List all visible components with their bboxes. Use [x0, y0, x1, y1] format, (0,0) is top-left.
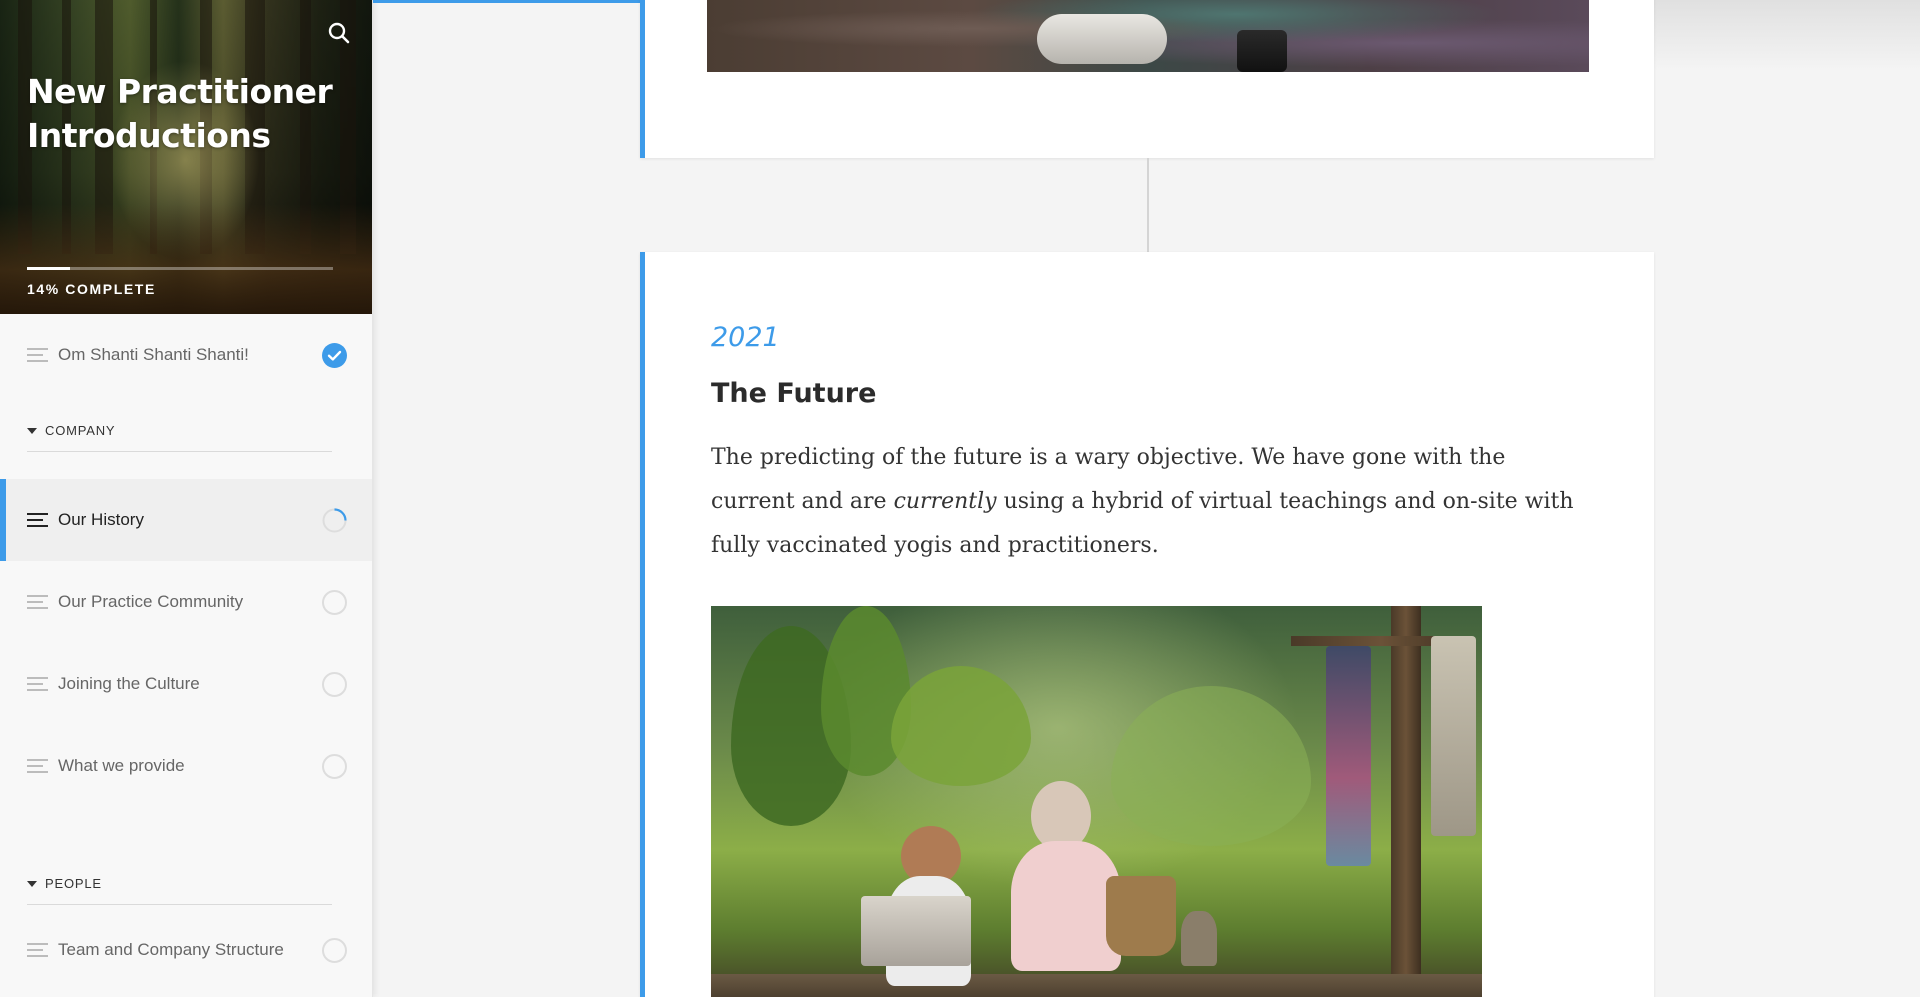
empty-circle-icon — [322, 590, 347, 615]
course-title: New Practitioner Introductions — [27, 72, 333, 155]
empty-circle-icon — [322, 672, 347, 697]
caret-down-icon — [27, 427, 37, 434]
check-circle-icon — [322, 343, 347, 368]
lesson-label: Joining the Culture — [58, 674, 200, 693]
lesson-label: Our History — [58, 510, 144, 529]
course-sidebar: New Practitioner Introductions 14% COMPL… — [0, 0, 373, 997]
timeline-body: The predicting of the future is a wary o… — [711, 436, 1591, 568]
empty-circle-icon — [322, 938, 347, 963]
lesson-joining-the-culture[interactable]: Joining the Culture — [0, 643, 372, 725]
lines-icon — [27, 513, 48, 527]
lines-icon — [27, 759, 48, 773]
timeline-year: 2021 — [711, 322, 780, 353]
lines-icon — [27, 348, 48, 362]
caret-down-icon — [27, 880, 37, 887]
course-progress-bar — [27, 267, 333, 270]
search-button[interactable] — [324, 18, 354, 48]
lines-icon — [27, 677, 48, 691]
empty-circle-icon — [322, 754, 347, 779]
timeline-photo — [711, 606, 1482, 997]
section-people[interactable]: PEOPLE — [27, 849, 332, 905]
body-emphasis: currently — [893, 489, 997, 514]
lesson-our-practice-community[interactable]: Our Practice Community — [0, 561, 372, 643]
lesson-list: Om Shanti Shanti Shanti! COMPANY Our His… — [0, 314, 372, 991]
timeline-card-previous — [640, 0, 1654, 158]
lines-icon — [27, 943, 48, 957]
section-company[interactable]: COMPANY — [27, 396, 332, 452]
lesson-team-and-company-structure[interactable]: Team and Company Structure — [0, 909, 372, 991]
timeline-image-previous — [707, 0, 1589, 72]
lesson-what-we-provide[interactable]: What we provide — [0, 725, 372, 807]
lines-icon — [27, 595, 48, 609]
app-root: New Practitioner Introductions 14% COMPL… — [0, 0, 1920, 997]
section-label: COMPANY — [45, 423, 116, 438]
progress-ring-icon — [322, 508, 347, 533]
course-progress-label: 14% COMPLETE — [27, 281, 156, 297]
lesson-label: Team and Company Structure — [58, 940, 284, 959]
lesson-label: Om Shanti Shanti Shanti! — [58, 345, 249, 364]
timeline-card-2021: 2021 The Future The predicting of the fu… — [640, 252, 1654, 997]
course-header: New Practitioner Introductions 14% COMPL… — [0, 0, 372, 314]
lesson-our-history[interactable]: Our History — [0, 479, 372, 561]
lesson-label: What we provide — [58, 756, 185, 775]
lesson-label: Our Practice Community — [58, 592, 244, 611]
timeline-connector — [1147, 158, 1149, 252]
section-label: PEOPLE — [45, 876, 102, 891]
search-icon — [328, 22, 350, 44]
timeline-heading: The Future — [711, 378, 877, 409]
lesson-om-shanti[interactable]: Om Shanti Shanti Shanti! — [0, 314, 372, 396]
course-progress-fill — [27, 267, 70, 270]
